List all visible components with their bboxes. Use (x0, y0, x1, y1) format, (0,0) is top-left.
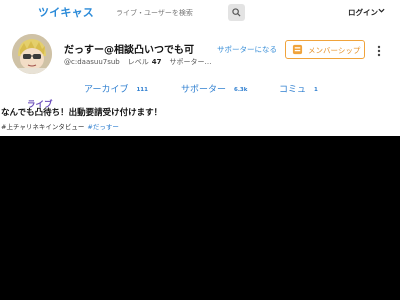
profile-tabs: アーカイブ 111 サポーター 6.3k コミュ 1 (0, 80, 400, 98)
user-id: @c:daasuu7sub (64, 58, 120, 66)
search-button[interactable] (228, 4, 245, 21)
live-subtitle-text: #上チャリネキインタビュー (1, 123, 85, 131)
live-subtitle: #上チャリネキインタビュー #だっすー (1, 121, 119, 131)
tab-community[interactable]: コミュ 1 (279, 82, 318, 95)
hashtag-link[interactable]: #だっすー (87, 123, 118, 131)
become-supporter-button[interactable]: サポーターになる (217, 44, 277, 55)
level-value: 47 (151, 58, 162, 66)
tab-label: サポーター (181, 85, 227, 95)
tab-count: 111 (136, 87, 148, 93)
tab-supporter[interactable]: サポーター 6.3k (181, 82, 247, 95)
tab-label: コミュ (279, 85, 307, 95)
profile-meta: @c:daasuu7sub レベル 47 サポーター… (64, 57, 211, 67)
search-icon (232, 8, 241, 17)
tab-label: アーカイブ (84, 85, 129, 95)
search-box (110, 4, 250, 21)
supporters-label: サポーター… (169, 58, 212, 66)
more-options-icon[interactable] (377, 45, 381, 57)
level-label: レベル (127, 58, 149, 66)
search-input[interactable] (110, 5, 228, 20)
tab-count: 6.3k (234, 87, 248, 93)
profile-area: ツイキャス ログイン (0, 0, 400, 136)
channel-name: だっすー@相談凸いつでも可 (64, 45, 194, 56)
site-logo[interactable]: ツイキャス (38, 4, 94, 20)
membership-card-icon (292, 44, 303, 55)
avatar[interactable] (12, 34, 52, 74)
membership-label: メンバーシップ (308, 46, 361, 55)
site-header: ツイキャス ログイン (0, 0, 400, 24)
tab-count: 1 (314, 87, 318, 93)
chevron-down-icon[interactable] (378, 7, 385, 14)
tab-archive[interactable]: アーカイブ 111 (84, 82, 148, 95)
live-title[interactable]: なんでも凸待ち！出動要請受け付けます！ (1, 106, 162, 118)
login-button[interactable]: ログイン (348, 7, 378, 18)
avatar-image (12, 34, 52, 74)
membership-button[interactable]: メンバーシップ (285, 40, 365, 59)
page: ツイキャス ログイン (0, 0, 400, 300)
